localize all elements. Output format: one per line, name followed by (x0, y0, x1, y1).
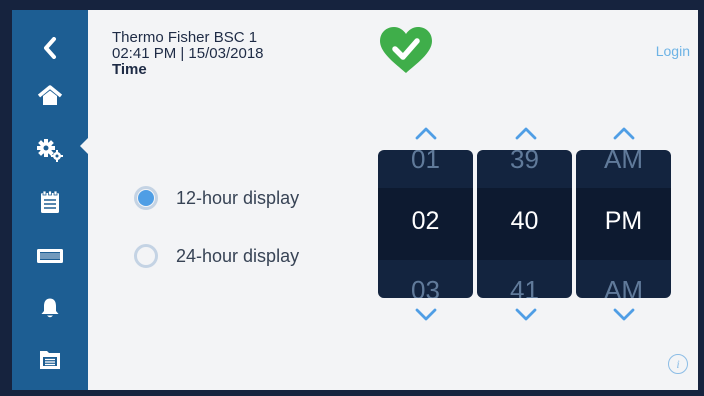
hour-next[interactable]: 03 (378, 275, 473, 298)
datetime: 02:41 PM | 15/03/2018 (112, 45, 264, 62)
page-title: Time (112, 61, 147, 78)
ampm-current: PM (604, 207, 643, 235)
ampm-down-chevron-icon[interactable] (612, 308, 636, 322)
sidebar (12, 10, 88, 390)
minute-prev[interactable]: 39 (477, 150, 572, 175)
status-heart (378, 26, 434, 81)
minute-next[interactable]: 41 (477, 275, 572, 298)
radio-12-hour[interactable]: 12-hour display (134, 186, 299, 210)
radio-button-selected[interactable] (134, 186, 158, 210)
radio-label: 24-hour display (176, 245, 300, 266)
display-button[interactable] (12, 236, 88, 276)
radio-dot (138, 190, 154, 206)
radio-24-hour[interactable]: 24-hour display (134, 244, 299, 268)
hour-current: 02 (411, 207, 440, 235)
files-button[interactable] (12, 340, 88, 380)
alarms-button[interactable] (12, 288, 88, 328)
login-link[interactable]: Login (656, 43, 690, 59)
chevron-left-icon (44, 37, 56, 59)
minute-current: 40 (510, 207, 539, 235)
ampm-up-chevron-icon[interactable] (612, 126, 636, 140)
home-icon (37, 85, 63, 105)
clipboard-icon (41, 190, 59, 213)
files-icon (40, 351, 60, 369)
hour-wheel[interactable]: 01 02 03 (378, 150, 473, 298)
app-frame: Thermo Fisher BSC 1 02:41 PM | 15/03/201… (0, 0, 704, 396)
settings-button[interactable] (12, 130, 88, 170)
radio-button-unselected[interactable] (134, 244, 158, 268)
monitor-icon (37, 249, 63, 263)
device-name: Thermo Fisher BSC 1 (112, 29, 258, 46)
heart-check-icon (380, 27, 432, 73)
home-button[interactable] (12, 76, 88, 116)
bell-icon (41, 298, 59, 318)
minute-down-chevron-icon[interactable] (514, 308, 538, 322)
ampm-wheel[interactable]: AM PM AM (576, 150, 671, 298)
radio-label: 12-hour display (176, 187, 300, 208)
gears-icon (37, 139, 63, 162)
header-info: Thermo Fisher BSC 1 02:41 PM | 15/03/201… (112, 30, 264, 78)
info-icon[interactable]: i (668, 354, 688, 374)
hour-down-chevron-icon[interactable] (414, 308, 438, 322)
back-button[interactable] (12, 28, 88, 68)
ampm-next[interactable]: AM (576, 275, 671, 298)
main-panel: Thermo Fisher BSC 1 02:41 PM | 15/03/201… (88, 10, 698, 390)
log-button[interactable] (12, 182, 88, 222)
ampm-prev[interactable]: AM (576, 150, 671, 175)
hour-prev[interactable]: 01 (378, 150, 473, 175)
minute-wheel[interactable]: 39 40 41 (477, 150, 572, 298)
minute-up-chevron-icon[interactable] (514, 126, 538, 140)
hour-up-chevron-icon[interactable] (414, 126, 438, 140)
